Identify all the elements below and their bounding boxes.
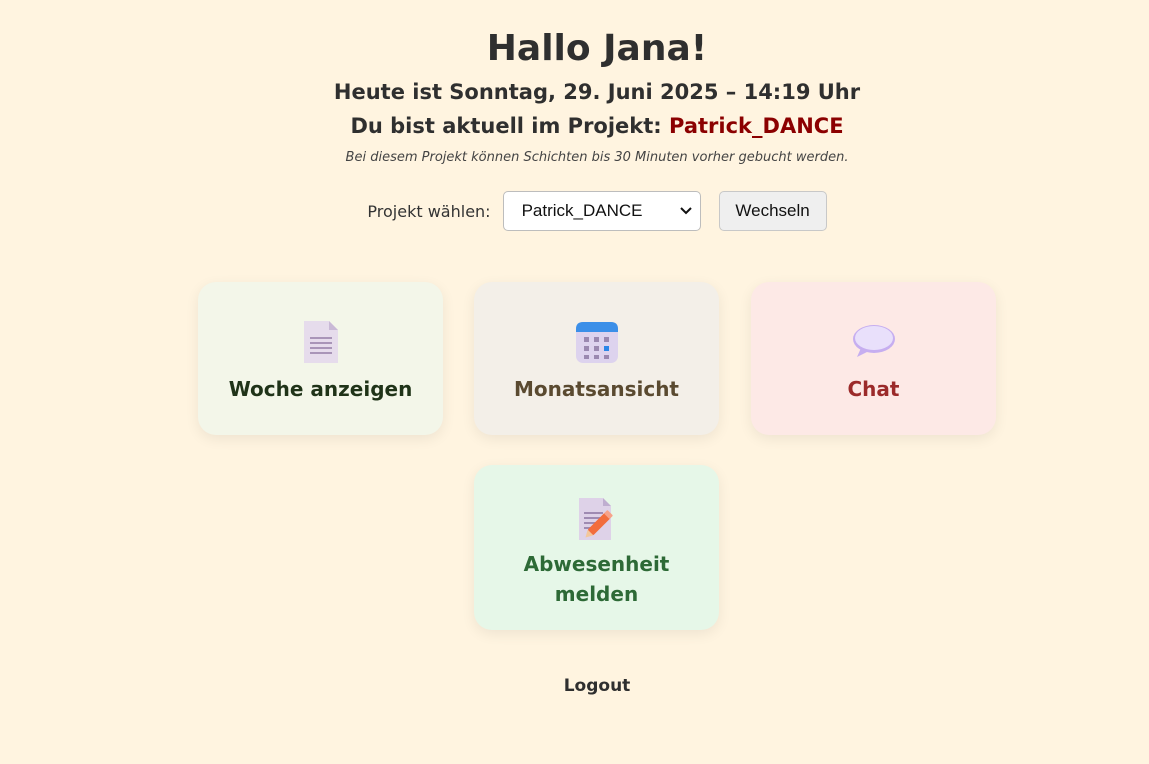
current-project-name: Patrick_DANCE — [669, 114, 844, 138]
document-icon — [297, 318, 345, 366]
document-pencil-icon — [573, 495, 621, 543]
date-time-line: Heute ist Sonntag, 29. Juni 2025 – 14:19… — [333, 80, 861, 104]
report-absence-card[interactable]: Abwesenheit melden — [474, 465, 719, 630]
switch-project-button[interactable]: Wechseln — [718, 191, 827, 231]
chat-card[interactable]: Chat — [751, 282, 996, 435]
project-select[interactable]: Patrick_DANCE — [502, 191, 701, 231]
project-select-label: Projekt wählen: — [367, 201, 491, 221]
current-project-line: Du bist aktuell im Projekt: Patrick_DANC… — [0, 114, 1149, 138]
project-select-row: Projekt wählen: Patrick_DANCE Wechseln — [0, 190, 1149, 232]
calendar-icon — [573, 318, 621, 366]
speech-bubble-icon — [850, 318, 898, 366]
month-view-label: Monatsansicht — [514, 377, 679, 401]
chevron-down-icon — [679, 204, 692, 218]
month-view-card[interactable]: Monatsansicht — [474, 282, 719, 435]
week-view-card[interactable]: Woche anzeigen — [198, 282, 443, 435]
current-project-prefix: Du bist aktuell im Projekt: — [350, 114, 670, 138]
greeting-heading: Hallo Jana! — [486, 28, 708, 69]
booking-note: Bei diesem Projekt können Schichten bis … — [345, 150, 849, 165]
logout-link[interactable]: Logout — [0, 676, 1149, 696]
project-select-value: Patrick_DANCE — [521, 201, 643, 220]
chat-label: Chat — [847, 377, 900, 401]
report-absence-label: Abwesenheit melden — [523, 552, 670, 606]
week-view-label: Woche anzeigen — [228, 377, 413, 401]
